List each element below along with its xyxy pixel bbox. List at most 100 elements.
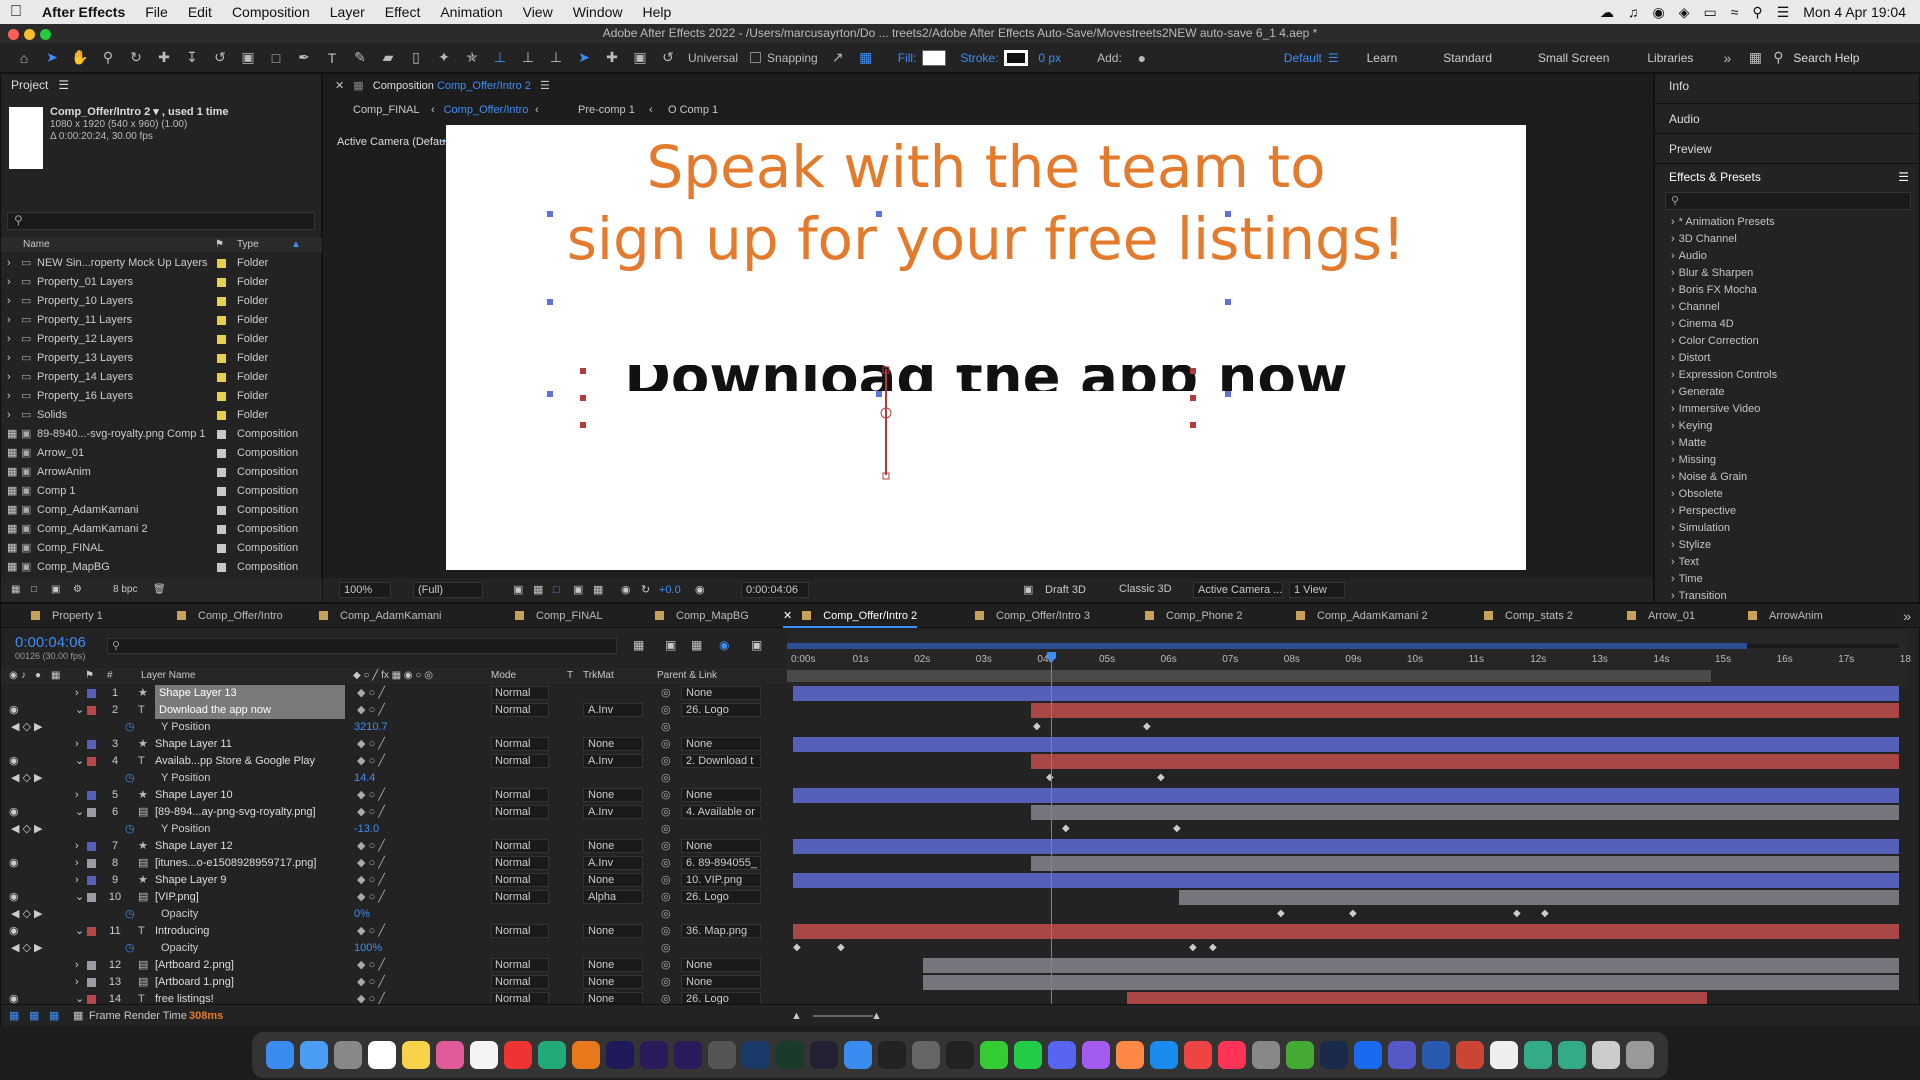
keyframe-icon[interactable]: ◆	[1062, 824, 1070, 834]
layer-duration-bar[interactable]	[793, 788, 1899, 803]
label-swatch[interactable]	[87, 842, 96, 851]
pick-whip-icon[interactable]: ◎	[661, 940, 671, 957]
expand-triangle-icon[interactable]: ›	[75, 872, 79, 889]
parent-pick-whip-icon[interactable]: ◎	[661, 923, 671, 940]
blend-mode-select[interactable]: Normal	[491, 754, 549, 768]
layer-switches-icon[interactable]: ◆ ○ ╱	[357, 957, 385, 974]
dock-reminders-icon[interactable]	[470, 1041, 498, 1069]
layer-switches-icon[interactable]: ▦	[9, 1005, 19, 1027]
project-item[interactable]: ▦ ▣ Comp 1 Composition	[1, 482, 321, 501]
project-item[interactable]: › ▭ NEW Sin...roperty Mock Up Layers Fol…	[1, 254, 321, 273]
keyframe-icon[interactable]: ◆	[1541, 909, 1549, 919]
layer-row[interactable]: › 7 ★ Shape Layer 12 ◆ ○ ╱ Normal None ◎…	[1, 838, 787, 855]
graph-editor-icon[interactable]: ▣	[751, 638, 762, 652]
label-swatch[interactable]	[217, 449, 226, 458]
layer-duration-bar[interactable]	[1179, 890, 1899, 905]
parent-pick-whip-icon[interactable]: ◎	[661, 685, 671, 702]
menu-animation[interactable]: Animation	[430, 4, 512, 20]
guides-icon[interactable]: ▣	[573, 578, 583, 602]
cloud-icon[interactable]: ☁	[1600, 4, 1614, 21]
project-item[interactable]: › ▭ Property_10 Layers Folder	[1, 292, 321, 311]
zoom-select[interactable]: 100%	[339, 582, 391, 598]
dock-news-icon[interactable]	[1184, 1041, 1212, 1069]
expand-triangle-icon[interactable]: ⌄	[75, 702, 84, 719]
panel-menu-icon[interactable]: ☰	[58, 78, 69, 92]
blend-mode-select[interactable]: Normal	[491, 686, 549, 700]
layer-duration-bar[interactable]	[923, 975, 1899, 990]
layer-switches-icon[interactable]: ◆ ○ ╱	[357, 753, 385, 770]
blend-mode-select[interactable]: Normal	[491, 839, 549, 853]
dock-photos-icon[interactable]	[436, 1041, 464, 1069]
property-value[interactable]: -13.0	[354, 821, 379, 838]
pan-behind-tool-icon[interactable]: ▣	[234, 46, 262, 70]
zoom-out-icon[interactable]: ▲	[791, 1005, 802, 1027]
column-trkmat[interactable]: TrkMat	[583, 668, 614, 684]
label-swatch[interactable]	[217, 297, 226, 306]
effect-category[interactable]: › Blur & Sharpen	[1655, 265, 1919, 282]
parent-select[interactable]: None	[681, 958, 761, 972]
parent-select[interactable]: None	[681, 686, 761, 700]
control-center-icon[interactable]: ☰	[1777, 4, 1790, 21]
playhead[interactable]	[1051, 656, 1052, 1016]
timeline-tab[interactable]: Comp_MapBG	[655, 604, 749, 628]
battery-icon[interactable]: ▭	[1704, 4, 1717, 21]
keyframe-icon[interactable]: ◆	[1209, 943, 1217, 953]
clone-stamp-tool-icon[interactable]: ▰	[374, 46, 402, 70]
label-swatch[interactable]	[217, 563, 226, 572]
label-swatch[interactable]	[87, 978, 96, 987]
cc-icon[interactable]: ◈	[1679, 4, 1690, 21]
roi-icon[interactable]: ▣	[513, 578, 523, 602]
project-item[interactable]: › ▭ Property_16 Layers Folder	[1, 387, 321, 406]
draft-3d-icon[interactable]: ▣	[665, 638, 676, 652]
effect-category[interactable]: › Boris FX Mocha	[1655, 282, 1919, 299]
layer-switches-icon[interactable]: ◆ ○ ╱	[357, 872, 385, 889]
dock-teamviewer-icon[interactable]	[1354, 1041, 1382, 1069]
dock-preview-icon[interactable]	[1592, 1041, 1620, 1069]
eye-icon[interactable]: ◉	[9, 702, 19, 719]
layer-name[interactable]: Availab...pp Store & Google Play	[155, 753, 345, 770]
workspace-learn[interactable]: Learn	[1349, 51, 1416, 65]
effects-presets-title[interactable]: Effects & Presets	[1669, 170, 1761, 184]
comp-canvas[interactable]: Speak with the team to sign up for your …	[446, 125, 1526, 570]
notification-icon[interactable]: ♫	[1628, 4, 1639, 20]
menu-help[interactable]: Help	[633, 4, 682, 20]
type-tool-icon[interactable]: T	[318, 46, 346, 70]
project-item[interactable]: ▦ ▣ ArrowAnim Composition	[1, 463, 321, 482]
effect-category[interactable]: › Channel	[1655, 299, 1919, 316]
parent-select[interactable]: None	[681, 975, 761, 989]
dock-drive-icon[interactable]	[1524, 1041, 1552, 1069]
dock-settings-icon[interactable]	[1252, 1041, 1280, 1069]
resolution-select[interactable]: (Full)	[413, 582, 483, 598]
layer-name[interactable]: [VIP.png]	[155, 889, 345, 906]
parent-select[interactable]: 2. Download t	[681, 754, 761, 768]
property-value[interactable]: 0%	[354, 906, 370, 923]
universal-tool-icon[interactable]: ➤	[570, 46, 598, 70]
transparency-grid-icon[interactable]: ▦	[533, 578, 543, 602]
dock-creative-cloud-icon[interactable]	[504, 1041, 532, 1069]
timeline-tracks[interactable]: ◆ ◆ ◆ ◆ ◆ ◆ ◆ ◆ ◆ ◆ ◆ ◆ ◆ ◆	[787, 685, 1907, 1007]
property-row[interactable]: ◀ ◇ ▶ ◷ Opacity 0% ◎	[1, 906, 787, 923]
layer-name[interactable]: Download the app now	[155, 702, 345, 719]
pen-tool-icon[interactable]: ✒	[290, 46, 318, 70]
zoom-navigator[interactable]	[787, 670, 1711, 682]
property-row[interactable]: ◀ ◇ ▶ ◷ Y Position 14.4 ◎	[1, 770, 787, 787]
switches-column-icons[interactable]: ◆ ○ ╱ fx ▦ ◉ ○ ◎	[353, 668, 433, 684]
track-matte-select[interactable]: None	[583, 788, 643, 802]
blend-mode-select[interactable]: Normal	[491, 890, 549, 904]
eye-icon[interactable]: ◉	[9, 889, 19, 906]
effect-category[interactable]: › Audio	[1655, 248, 1919, 265]
dock-app-store-icon[interactable]	[1150, 1041, 1178, 1069]
project-item[interactable]: ▦ ▣ 89-8940...-svg-royalty.png Comp 1 Co…	[1, 425, 321, 444]
parent-select[interactable]: 10. VIP.png	[681, 873, 761, 887]
effect-category[interactable]: › Immersive Video	[1655, 401, 1919, 418]
dock-finder-icon[interactable]	[266, 1041, 294, 1069]
stopwatch-icon[interactable]: ◷	[125, 906, 135, 923]
label-swatch[interactable]	[217, 544, 226, 553]
workspace-small-screen[interactable]: Small Screen	[1520, 51, 1627, 65]
parent-select[interactable]: 4. Available or	[681, 805, 761, 819]
workspace-libraries[interactable]: Libraries	[1627, 51, 1713, 65]
layer-name[interactable]: Shape Layer 12	[155, 838, 345, 855]
breadcrumb-o-comp-1[interactable]: O Comp 1	[668, 100, 718, 120]
layer-switches-icon[interactable]: ◆ ○ ╱	[357, 855, 385, 872]
dock-steam-icon[interactable]	[1320, 1041, 1348, 1069]
